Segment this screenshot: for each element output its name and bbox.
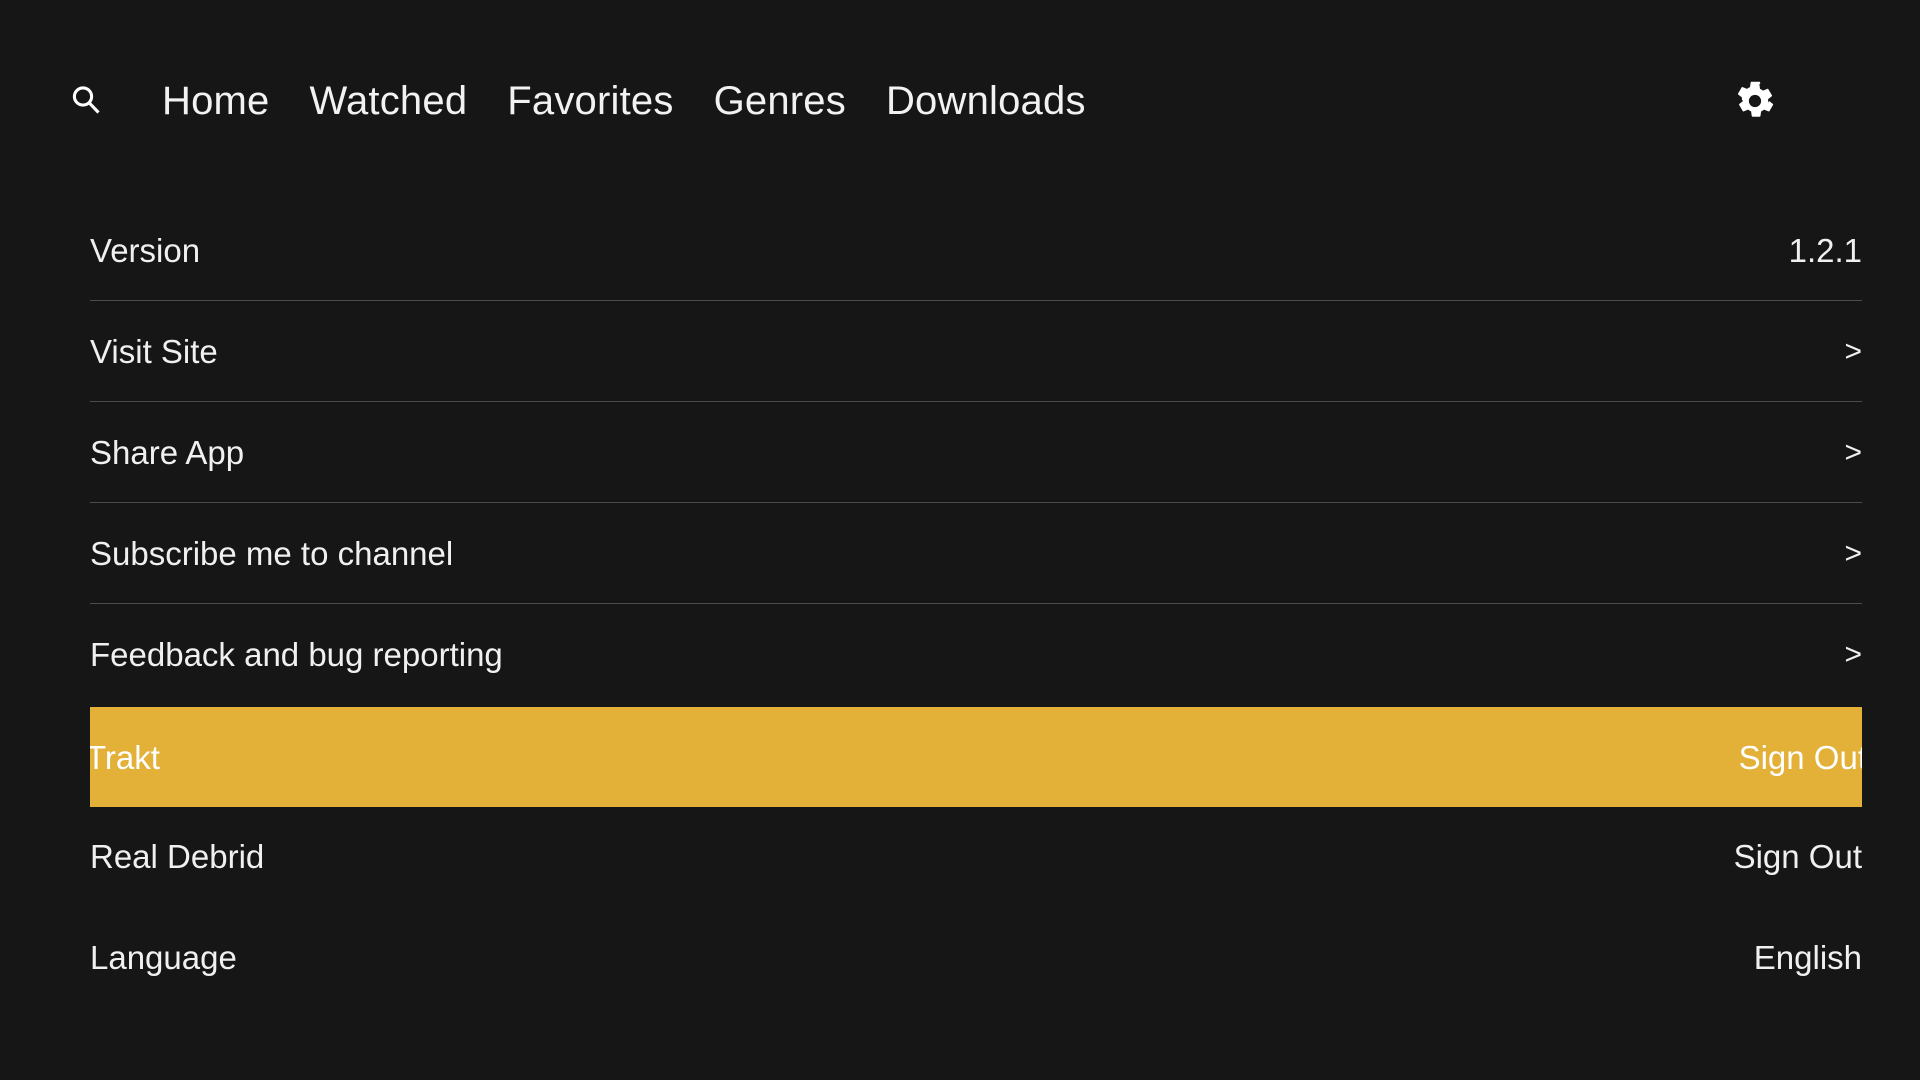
row-value-sign-out[interactable]: Sign Out bbox=[1734, 840, 1862, 873]
row-value-sign-out[interactable]: Sign Out bbox=[1739, 741, 1862, 774]
row-label: Version bbox=[90, 232, 201, 269]
nav-item-favorites[interactable]: Favorites bbox=[507, 81, 673, 121]
chevron-right-icon: > bbox=[1844, 637, 1862, 671]
row-label: Real Debrid bbox=[90, 838, 265, 875]
top-navigation-bar: Home Watched Favorites Genres Downloads bbox=[0, 0, 1920, 168]
settings-row-visit-site[interactable]: Visit Site > bbox=[0, 301, 1920, 402]
row-value-language[interactable]: English bbox=[1754, 941, 1862, 974]
row-value: 1.2.1 bbox=[1788, 232, 1862, 269]
row-label: Language bbox=[90, 939, 237, 976]
chevron-right-icon: > bbox=[1844, 536, 1862, 570]
settings-row-version[interactable]: Version 1.2.1 bbox=[0, 200, 1920, 301]
settings-row-feedback[interactable]: Feedback and bug reporting > bbox=[0, 604, 1920, 705]
chevron-right-icon: > bbox=[1844, 435, 1862, 469]
gear-icon[interactable] bbox=[1732, 78, 1778, 124]
settings-row-real-debrid[interactable]: Real Debrid Sign Out bbox=[0, 806, 1920, 907]
row-label: Subscribe me to channel bbox=[90, 535, 454, 572]
nav-item-home[interactable]: Home bbox=[162, 81, 270, 121]
chevron-right-icon: > bbox=[1844, 334, 1862, 368]
row-label: Visit Site bbox=[90, 333, 218, 370]
row-label: Trakt bbox=[90, 738, 160, 776]
row-label: Feedback and bug reporting bbox=[90, 636, 503, 673]
row-label: Share App bbox=[90, 434, 245, 471]
settings-row-trakt[interactable]: Trakt Sign Out bbox=[0, 705, 1920, 807]
settings-row-subscribe[interactable]: Subscribe me to channel > bbox=[0, 503, 1920, 604]
nav-item-downloads[interactable]: Downloads bbox=[886, 81, 1086, 121]
search-icon[interactable] bbox=[66, 80, 106, 120]
nav-item-genres[interactable]: Genres bbox=[714, 81, 846, 121]
nav-items: Home Watched Favorites Genres Downloads bbox=[162, 70, 1086, 132]
nav-item-watched[interactable]: Watched bbox=[310, 81, 468, 121]
settings-row-language[interactable]: Language English bbox=[0, 907, 1920, 1008]
settings-list: Version 1.2.1 Visit Site > Share App > S… bbox=[0, 200, 1920, 1008]
settings-row-share-app[interactable]: Share App > bbox=[0, 402, 1920, 503]
